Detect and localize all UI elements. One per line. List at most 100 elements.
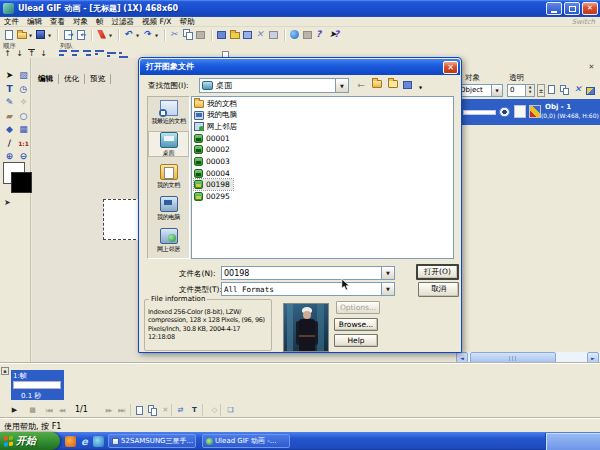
cut-icon[interactable]: ✂ [169, 29, 181, 41]
new-icon[interactable] [3, 29, 15, 41]
scroll-right-icon[interactable]: ► [587, 352, 599, 363]
file-row[interactable]: 我的文档 [194, 98, 240, 109]
place-desktop[interactable]: 桌面 [149, 132, 188, 156]
save-icon[interactable] [35, 29, 47, 41]
copy-object-icon[interactable] [560, 85, 571, 96]
transparency-slider-button[interactable]: ± [537, 84, 545, 97]
image-object-icon[interactable] [585, 85, 596, 96]
file-row[interactable]: 00003 [194, 156, 233, 167]
duplicate-object-icon[interactable] [547, 85, 558, 96]
tab-0[interactable]: 编辑 [33, 74, 59, 84]
quicklaunch-ie-icon[interactable]: e [79, 436, 90, 447]
minimize-button[interactable] [546, 2, 562, 15]
browse-button[interactable]: Browse... [334, 318, 378, 331]
tab-2[interactable]: 预览 [85, 74, 111, 84]
wizard-dropdown[interactable]: ▼ [109, 29, 114, 41]
file-row[interactable]: 00001 [194, 133, 233, 144]
filename-dropdown-icon[interactable]: ▼ [381, 267, 394, 279]
object-swatch-color[interactable] [529, 105, 541, 118]
redo-dropdown[interactable]: ▼ [155, 29, 160, 41]
help-icon[interactable]: ? [315, 29, 327, 41]
file-list[interactable]: 我的文档我的电脑网上邻居0000100002000030000400198002… [191, 96, 454, 259]
delete-icon[interactable]: ✕ [255, 29, 267, 41]
timeline-collapse-icon[interactable]: ▪ [1, 367, 9, 375]
lookin-dropdown-icon[interactable]: ▼ [335, 79, 348, 92]
next-frame-icon[interactable]: ▶▶ [102, 404, 115, 416]
reverse-frames-icon[interactable]: ⇄ [174, 404, 187, 416]
filetype-combo[interactable]: All Formats▼ [221, 282, 395, 296]
up-folder-icon[interactable] [370, 79, 384, 92]
menu-5[interactable]: 过滤器 [108, 17, 139, 27]
lasso-tool[interactable]: ✧ [17, 96, 30, 109]
taskbar-task-1[interactable]: 52SAMSUNG三星手... [108, 434, 196, 448]
new-folder-icon[interactable] [386, 79, 400, 92]
open-button[interactable]: 打开(O) [416, 264, 459, 280]
zoom-tool[interactable]: ○ [17, 110, 30, 123]
undo-dropdown[interactable]: ▼ [136, 29, 141, 41]
start-button[interactable]: 开始 [0, 432, 60, 450]
undo-icon[interactable]: ↶ [123, 29, 135, 41]
delete-object-icon[interactable]: ✕ [573, 85, 584, 96]
cancel-button[interactable]: 取消 [418, 282, 459, 297]
menu-6[interactable]: 视频 F/X [138, 17, 175, 27]
transparency-spinner[interactable]: 0▲▼ [507, 84, 535, 97]
select-tool[interactable]: ▧ [17, 69, 30, 82]
frame-grid-icon[interactable] [216, 29, 228, 41]
wizard-icon[interactable] [96, 29, 108, 41]
banner-icon[interactable] [229, 29, 241, 41]
play-icon[interactable]: ▶ [8, 404, 21, 416]
lookin-combo[interactable]: 桌面 ▼ [199, 78, 349, 93]
taskbar-task-2[interactable]: Ulead GIF 动画 -... [202, 434, 290, 448]
views-icon[interactable]: ▼ [402, 79, 422, 92]
export-icon[interactable]: ← [75, 29, 87, 41]
quicklaunch-icon-1[interactable] [65, 436, 76, 447]
menu-2[interactable]: 查看 [46, 17, 69, 27]
foreground-color-swatch[interactable] [11, 172, 32, 193]
help-button[interactable]: Help [334, 334, 378, 347]
restore-button[interactable] [564, 2, 580, 15]
layers-icon[interactable] [242, 29, 254, 41]
arrow-tool[interactable]: ➤ [3, 69, 16, 82]
fill-tool[interactable]: ◆ [3, 123, 16, 136]
back-icon[interactable]: ← [354, 79, 368, 92]
eyedropper-tool[interactable]: ∕ [3, 137, 16, 150]
canvas[interactable] [103, 199, 141, 240]
preview-icon[interactable] [302, 29, 314, 41]
menu-7[interactable]: 帮助 [175, 17, 198, 27]
menu-0[interactable]: 文件 [0, 17, 23, 27]
panel-close-icon[interactable]: ✕ [587, 63, 596, 72]
file-row[interactable]: 00002 [194, 144, 233, 155]
place-recent[interactable]: 我最近的文档 [149, 100, 188, 124]
place-network2[interactable]: 网上邻居 [149, 228, 188, 252]
add-text-icon[interactable]: T [188, 404, 201, 416]
tab-1[interactable]: 优化 [59, 74, 85, 84]
place-mycomputer[interactable]: 我的电脑 [149, 196, 188, 220]
object-swatch-white[interactable] [514, 105, 526, 118]
visibility-eye-icon[interactable] [499, 107, 510, 117]
paste-icon[interactable] [195, 29, 207, 41]
add-frame-icon[interactable] [133, 404, 146, 416]
first-frame-icon[interactable]: |◀◀ [42, 404, 55, 416]
quicklaunch-icon-2[interactable] [93, 436, 104, 447]
file-row[interactable]: 00295 [194, 191, 233, 202]
file-row[interactable]: 网上邻居 [194, 121, 240, 132]
open-dropdown[interactable]: ▼ [29, 29, 34, 41]
rotate-tool[interactable]: ◷ [17, 83, 30, 96]
grid-tool[interactable]: ▦ [17, 123, 30, 136]
menu-3[interactable]: 对象 [69, 17, 92, 27]
import-icon[interactable]: → [62, 29, 74, 41]
actual-size-tool[interactable]: 1:1 [17, 137, 30, 150]
file-row[interactable]: 我的电脑 [194, 110, 240, 121]
horizontal-scrollbar[interactable]: ◄ ► [456, 352, 600, 363]
globe-icon[interactable] [289, 29, 301, 41]
brush-tool[interactable]: ✎ [3, 96, 16, 109]
optimize-icon[interactable] [268, 29, 280, 41]
eraser-tool[interactable]: ▰ [3, 110, 16, 123]
file-row[interactable]: 00004 [194, 168, 233, 179]
redo-icon[interactable]: ↷ [142, 29, 154, 41]
frame-entry[interactable]: 1:帧 0.1 秒 [11, 370, 64, 400]
last-frame-icon[interactable]: ▶▶| [115, 404, 128, 416]
export-frame-icon[interactable]: ❏ [224, 404, 237, 416]
close-button[interactable]: ✕ [582, 2, 598, 15]
options-button[interactable]: Options... [336, 301, 380, 314]
